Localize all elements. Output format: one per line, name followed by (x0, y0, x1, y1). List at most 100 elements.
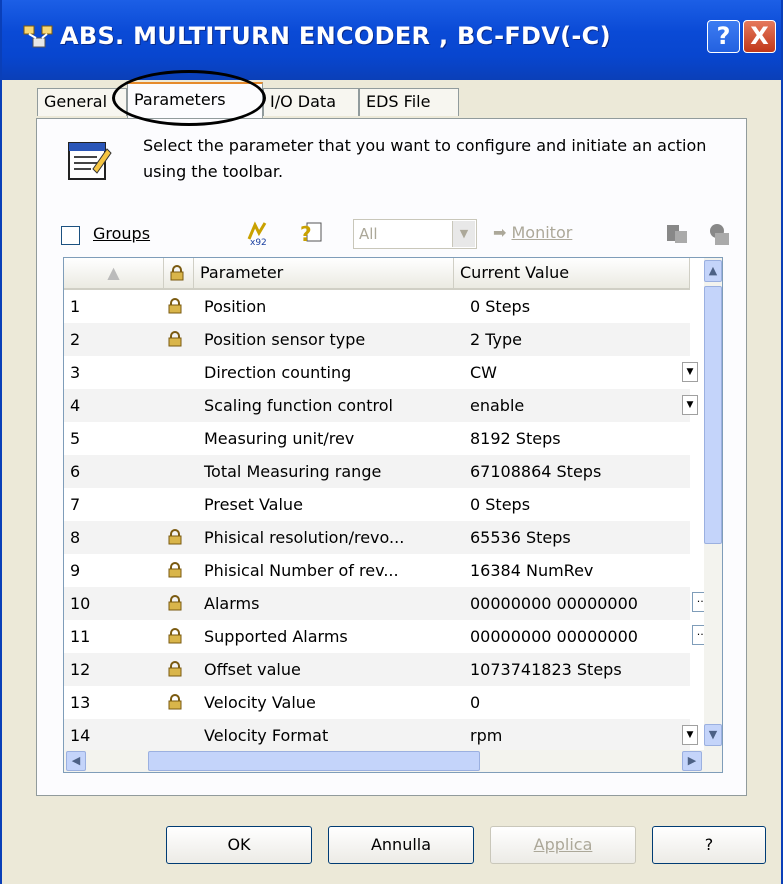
scroll-up-icon[interactable]: ▲ (704, 260, 722, 282)
lock-icon (168, 298, 182, 314)
tab-general[interactable]: General (37, 88, 127, 116)
table-row[interactable]: 5 Measuring unit/rev 8192 Steps (64, 422, 690, 455)
help-title-button[interactable]: ? (707, 20, 740, 53)
apply-button[interactable]: Applica (490, 826, 636, 864)
table-row[interactable]: 9 Phisical Number of rev... 16384 NumRev (64, 554, 690, 587)
parameter-value[interactable]: 2 Type (470, 323, 522, 356)
row-number: 3 (70, 363, 81, 382)
parameter-value[interactable]: 1073741823 Steps (470, 653, 622, 686)
parameter-value[interactable]: 00000000 00000000 (470, 587, 638, 620)
row-number: 13 (70, 693, 91, 712)
horizontal-scrollbar[interactable]: ◀ ▶ (64, 750, 722, 772)
parameter-name: Offset value (204, 660, 301, 679)
table-row[interactable]: 14 Velocity Format rpm ▼ (64, 719, 698, 752)
dialog-window: ABS. MULTITURN ENCODER , BC-FDV(-C) ? X … (0, 0, 783, 884)
table-row[interactable]: 13 Velocity Value 0 (64, 686, 690, 719)
table-row[interactable]: 4 Scaling function control enable ▼ (64, 389, 698, 422)
ok-button[interactable]: OK (166, 826, 312, 864)
row-number: 10 (70, 594, 91, 613)
parameter-value[interactable]: rpm (470, 719, 502, 752)
parameter-name: Measuring unit/rev (204, 429, 355, 448)
parameter-value[interactable]: 67108864 Steps (470, 455, 601, 488)
chevron-down-icon[interactable]: ▼ (452, 221, 475, 247)
table-row[interactable]: 8 Phisical resolution/revo... 65536 Steps (64, 521, 690, 554)
svg-text:?: ? (300, 222, 312, 246)
parameter-list-icon[interactable]: x92 (245, 219, 273, 247)
dropdown-arrow-icon[interactable]: ▼ (682, 395, 698, 415)
table-row[interactable]: 3 Direction counting CW ▼ (64, 356, 698, 389)
upload-device-icon[interactable] (663, 221, 691, 249)
table-row[interactable]: 1 Position 0 Steps (64, 290, 690, 323)
cancel-button[interactable]: Annulla (328, 826, 474, 864)
lock-icon (170, 265, 184, 281)
download-device-icon[interactable] (705, 221, 733, 249)
parameter-name: Scaling function control (204, 396, 393, 415)
groups-checkbox[interactable] (61, 226, 80, 245)
parameter-name: Phisical Number of rev... (204, 561, 399, 580)
parameter-name: Position sensor type (204, 330, 366, 349)
parameter-value[interactable]: enable (470, 389, 524, 422)
groups-label[interactable]: Groups (93, 224, 150, 243)
parameter-value[interactable]: 00000000 00000000 (470, 620, 638, 653)
parameter-name: Phisical resolution/revo... (204, 528, 405, 547)
lock-icon (168, 661, 182, 677)
row-number: 5 (70, 429, 81, 448)
lock-icon (168, 628, 182, 644)
parameter-value[interactable]: 8192 Steps (470, 422, 561, 455)
table-row[interactable]: 12 Offset value 1073741823 Steps (64, 653, 690, 686)
window-title: ABS. MULTITURN ENCODER , BC-FDV(-C) (60, 22, 611, 50)
dropdown-arrow-icon[interactable]: ▼ (682, 725, 698, 745)
scroll-down-icon[interactable]: ▼ (704, 724, 722, 746)
tab-io-data[interactable]: I/O Data (263, 88, 359, 116)
parameter-value[interactable]: 16384 NumRev (470, 554, 593, 587)
parameter-name: Total Measuring range (204, 462, 382, 481)
lock-column-header[interactable] (164, 258, 194, 288)
row-number: 7 (70, 495, 81, 514)
table-row[interactable]: 10 Alarms 00000000 00000000... (64, 587, 712, 620)
grid-header: ▲ Parameter Current Value (64, 258, 690, 290)
parameter-name: Position (204, 297, 267, 316)
parameter-toolbar: Groups x92 ? All ▼ ➡ Monitor (37, 217, 748, 251)
vertical-scrollbar[interactable]: ▲ ▼ (704, 258, 722, 750)
lock-icon (168, 694, 182, 710)
row-number: 11 (70, 627, 91, 646)
description-text: Select the parameter that you want to co… (143, 136, 707, 181)
monitor-label: Monitor (511, 223, 573, 242)
dropdown-arrow-icon[interactable]: ▼ (682, 362, 698, 382)
parameter-name: Supported Alarms (204, 627, 348, 646)
lock-icon (168, 331, 182, 347)
table-row[interactable]: 7 Preset Value 0 Steps (64, 488, 690, 521)
tab-eds-file[interactable]: EDS File (359, 88, 459, 116)
sort-arrow-icon[interactable]: ▲ (64, 258, 164, 288)
close-button[interactable]: X (743, 20, 776, 53)
filter-combo[interactable]: All ▼ (353, 219, 477, 249)
parameter-name: Velocity Format (204, 726, 329, 745)
title-bar[interactable]: ABS. MULTITURN ENCODER , BC-FDV(-C) ? X (2, 0, 781, 80)
parameter-value[interactable]: 65536 Steps (470, 521, 571, 554)
row-number: 14 (70, 726, 91, 745)
table-row[interactable]: 2 Position sensor type 2 Type (64, 323, 690, 356)
column-header-parameter[interactable]: Parameter (194, 258, 454, 288)
parameter-value[interactable]: 0 Steps (470, 290, 530, 323)
horizontal-scroll-thumb[interactable] (148, 751, 480, 771)
parameter-value[interactable]: 0 Steps (470, 488, 530, 521)
arrow-right-icon: ➡ (493, 223, 512, 242)
table-row[interactable]: 6 Total Measuring range 67108864 Steps (64, 455, 690, 488)
row-number: 9 (70, 561, 81, 580)
parameter-name: Direction counting (204, 363, 352, 382)
vertical-scroll-thumb[interactable] (704, 286, 722, 544)
scroll-right-icon[interactable]: ▶ (682, 751, 702, 771)
parameter-name: Alarms (204, 594, 260, 613)
row-number: 8 (70, 528, 81, 547)
scroll-left-icon[interactable]: ◀ (66, 751, 86, 771)
help-button[interactable]: ? (652, 826, 766, 864)
parameter-value[interactable]: 0 (470, 686, 480, 719)
monitor-button[interactable]: ➡ Monitor (493, 223, 572, 242)
help-parameter-icon[interactable]: ? (297, 219, 325, 247)
tab-parameters[interactable]: Parameters (127, 82, 263, 118)
row-number: 6 (70, 462, 81, 481)
column-header-current-value[interactable]: Current Value (454, 258, 690, 288)
parameters-panel: Select the parameter that you want to co… (36, 118, 747, 796)
parameter-value[interactable]: CW (470, 356, 497, 389)
table-row[interactable]: 11 Supported Alarms 00000000 00000000... (64, 620, 712, 653)
